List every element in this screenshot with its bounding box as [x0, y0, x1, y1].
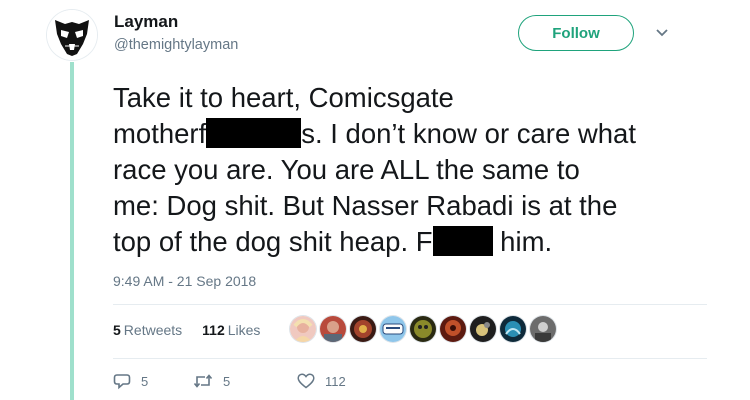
reply-icon — [113, 374, 131, 390]
likes-stat[interactable]: 112 Likes — [202, 322, 260, 338]
liker-avatar-4[interactable] — [380, 316, 406, 342]
tweet-actions: 5 5 112 — [113, 372, 346, 390]
divider — [113, 304, 707, 305]
likes-label: Likes — [227, 322, 261, 338]
liker-avatar-9[interactable] — [530, 316, 556, 342]
user-handle[interactable]: @themightylayman — [114, 37, 238, 53]
liker-avatar-6[interactable] — [440, 316, 466, 342]
redaction-block — [432, 226, 493, 256]
tweet-line: Take it to heart, Comicsgate — [113, 82, 454, 113]
liker-avatar-7[interactable] — [470, 316, 496, 342]
tweet-line: race you are. You are ALL the same to — [113, 154, 580, 185]
likes-count: 112 — [202, 322, 225, 338]
tweet-text-fragment: top of the dog shit heap. F — [113, 226, 433, 257]
liker-avatar-8[interactable] — [500, 316, 526, 342]
heart-icon — [297, 373, 315, 389]
retweets-stat[interactable]: 5 Retweets — [113, 322, 182, 338]
reply-count: 5 — [141, 373, 149, 389]
tweet-line: motherf s. I don’t know or care what — [113, 116, 713, 152]
like-count: 112 — [325, 373, 346, 389]
retweets-count: 5 — [113, 322, 121, 338]
redaction-block — [206, 118, 302, 148]
tweet-text-fragment: motherf — [113, 118, 207, 149]
tweet-text-fragment: him. — [492, 226, 553, 257]
avatar[interactable] — [47, 10, 97, 60]
engagement-stats: 5 Retweets 112 Likes — [113, 322, 260, 338]
reply-button[interactable]: 5 — [113, 372, 193, 390]
retweets-label: Retweets — [123, 322, 183, 338]
tweet-text-fragment: s. I don’t know or care what — [301, 118, 636, 149]
tweet-line: me: Dog shit. But Nasser Rabadi is at th… — [113, 190, 618, 221]
tweet-text: Take it to heart, Comicsgate motherf s. I… — [113, 80, 713, 260]
thread-line — [70, 62, 74, 400]
liker-avatar-2[interactable] — [320, 316, 346, 342]
follow-button[interactable]: Follow — [518, 15, 634, 51]
liker-avatar-1[interactable] — [290, 316, 316, 342]
tweet-line: top of the dog shit heap. F him. — [113, 224, 713, 260]
liker-avatars — [290, 316, 560, 342]
divider — [113, 358, 707, 359]
chevron-down-icon[interactable] — [655, 28, 669, 38]
retweet-icon — [193, 374, 213, 388]
liker-avatar-5[interactable] — [410, 316, 436, 342]
display-name[interactable]: Layman — [114, 12, 178, 32]
like-button[interactable]: 112 — [297, 373, 346, 389]
retweet-count: 5 — [223, 373, 231, 389]
liker-avatar-3[interactable] — [350, 316, 376, 342]
skull-mask-icon — [47, 10, 97, 60]
retweet-button[interactable]: 5 — [193, 373, 297, 389]
timestamp[interactable]: 9:49 AM - 21 Sep 2018 — [113, 273, 256, 289]
